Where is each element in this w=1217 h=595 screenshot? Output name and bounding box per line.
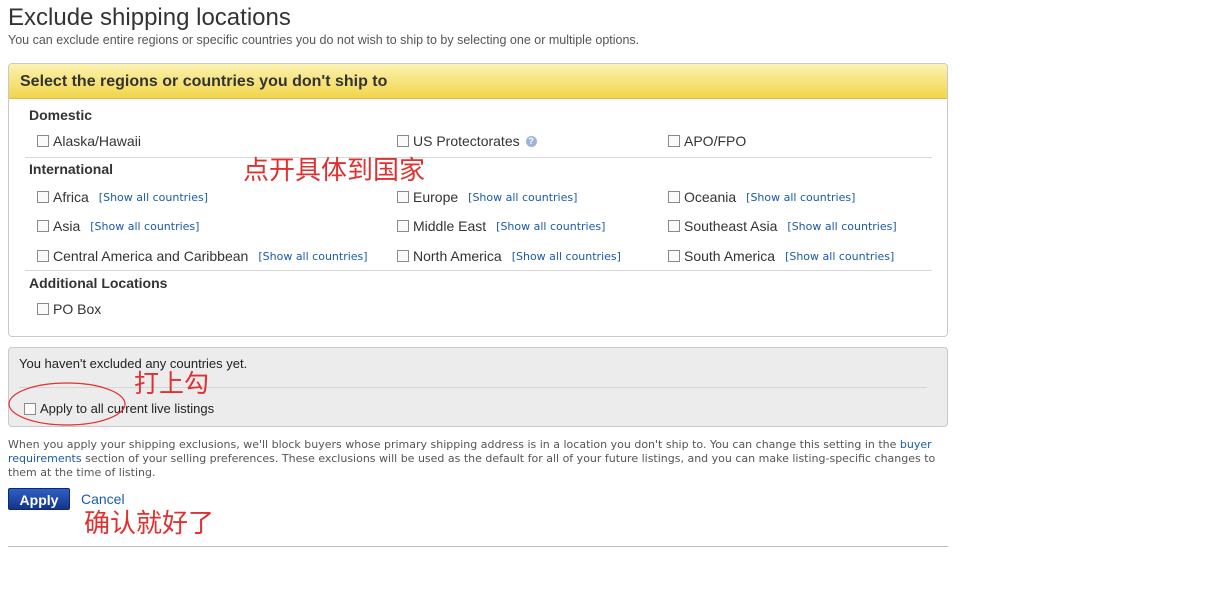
apply-button[interactable]: Apply [8, 488, 70, 510]
show-all-countries-link[interactable]: [Show all countries] [496, 220, 605, 233]
section-title-additional: Additional Locations [29, 275, 168, 291]
annotation-check-box: 打上勾 [134, 369, 210, 398]
panel-header-title: Select the regions or countries you don'… [20, 73, 388, 90]
show-all-countries-link[interactable]: [Show all countries] [787, 220, 896, 233]
option-label: Oceania [684, 189, 737, 205]
option-asia[interactable]: Asia [Show all countries] [37, 218, 199, 234]
checkbox-north-america[interactable] [397, 250, 409, 262]
checkbox-middle-east[interactable] [397, 220, 409, 232]
page-title: Exclude shipping locations [8, 4, 291, 31]
page-subtitle: You can exclude entire regions or specif… [8, 33, 640, 47]
section-title-domestic: Domestic [29, 107, 93, 123]
panel-header: Select the regions or countries you don'… [9, 64, 947, 99]
option-apo-fpo[interactable]: APO/FPO [668, 133, 746, 149]
option-label: PO Box [53, 301, 102, 317]
option-po-box[interactable]: PO Box [37, 301, 101, 317]
option-north-america[interactable]: North America [Show all countries] [397, 248, 621, 264]
exclusions-note: When you apply your shipping exclusions,… [8, 438, 948, 480]
section-divider [25, 157, 932, 158]
checkbox-central-america-caribbean[interactable] [37, 250, 49, 262]
checkbox-apo-fpo[interactable] [668, 135, 680, 147]
option-label: Southeast Asia [684, 218, 778, 234]
option-oceania[interactable]: Oceania [Show all countries] [668, 189, 855, 205]
checkbox-south-america[interactable] [668, 250, 680, 262]
annotation-expand-countries: 点开具体到国家 [243, 156, 426, 186]
option-us-protectorates[interactable]: US Protectorates ? [397, 133, 537, 149]
option-label: APO/FPO [684, 133, 747, 149]
show-all-countries-link[interactable]: [Show all countries] [258, 250, 367, 263]
checkbox-po-box[interactable] [37, 303, 49, 315]
annotation-confirm: 确认就好了 [84, 509, 215, 539]
checkbox-us-protectorates[interactable] [397, 135, 409, 147]
option-africa[interactable]: Africa [Show all countries] [37, 189, 208, 205]
option-label: Alaska/Hawaii [53, 133, 141, 149]
option-middle-east[interactable]: Middle East [Show all countries] [397, 218, 605, 234]
option-label: US Protectorates [413, 133, 520, 149]
checkbox-oceania[interactable] [668, 191, 680, 203]
show-all-countries-link[interactable]: [Show all countries] [512, 250, 621, 263]
show-all-countries-link[interactable]: [Show all countries] [785, 250, 894, 263]
checkbox-europe[interactable] [397, 191, 409, 203]
checkbox-alaska-hawaii[interactable] [37, 135, 49, 147]
note-text: When you apply your shipping exclusions,… [8, 438, 900, 451]
section-divider [25, 270, 932, 271]
checkbox-southeast-asia[interactable] [668, 220, 680, 232]
checkbox-asia[interactable] [37, 220, 49, 232]
show-all-countries-link[interactable]: [Show all countries] [90, 220, 199, 233]
note-text: section of your selling preferences. The… [8, 452, 936, 479]
option-south-america[interactable]: South America [Show all countries] [668, 248, 894, 264]
option-central-america-caribbean[interactable]: Central America and Caribbean [Show all … [37, 248, 368, 264]
annotation-circle [8, 382, 126, 426]
option-europe[interactable]: Europe [Show all countries] [397, 189, 577, 205]
regions-panel: Select the regions or countries you don'… [8, 63, 948, 337]
option-label: Europe [413, 189, 459, 205]
option-label: Africa [53, 189, 89, 205]
option-label: North America [413, 248, 502, 264]
option-alaska-hawaii[interactable]: Alaska/Hawaii [37, 133, 141, 149]
show-all-countries-link[interactable]: [Show all countries] [468, 191, 577, 204]
checkbox-africa[interactable] [37, 191, 49, 203]
bottom-divider [8, 546, 948, 547]
show-all-countries-link[interactable]: [Show all countries] [746, 191, 855, 204]
question-icon[interactable]: ? [525, 135, 537, 147]
option-label: Central America and Caribbean [53, 248, 249, 264]
option-label: South America [684, 248, 776, 264]
option-southeast-asia[interactable]: Southeast Asia [Show all countries] [668, 218, 897, 234]
section-title-international: International [29, 161, 114, 177]
option-label: Asia [53, 218, 81, 234]
show-all-countries-link[interactable]: [Show all countries] [99, 191, 208, 204]
option-label: Middle East [413, 218, 487, 234]
